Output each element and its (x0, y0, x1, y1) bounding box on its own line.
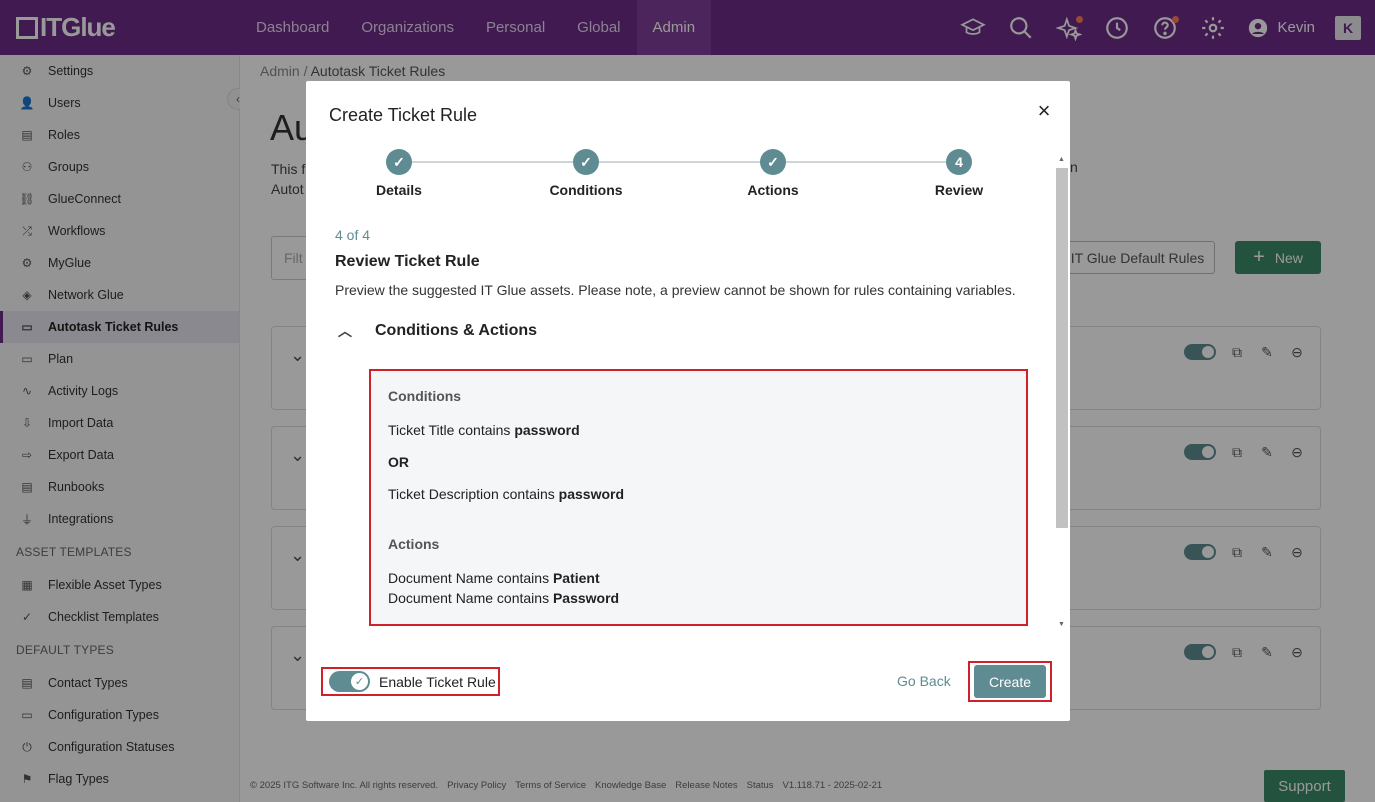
step-connector (598, 161, 766, 163)
create-button[interactable]: Create (974, 665, 1046, 698)
condition-2-value: password (558, 486, 625, 502)
step-check-icon: ✓ (386, 149, 412, 175)
action-2-prefix: Document Name contains (388, 590, 550, 606)
condition-2: Ticket Description contains password (388, 486, 624, 502)
or-operator: OR (388, 454, 409, 470)
modal-title: Create Ticket Rule (329, 105, 478, 125)
review-description: Preview the suggested IT Glue assets. Pl… (335, 282, 1016, 298)
conditions-actions-summary: Conditions Ticket Title contains passwor… (369, 369, 1028, 626)
go-back-button[interactable]: Go Back (897, 673, 951, 689)
close-icon[interactable]: × (1034, 100, 1054, 122)
condition-1-prefix: Ticket Title contains (388, 422, 511, 438)
chevron-up-icon[interactable]: ︿ (335, 321, 355, 341)
condition-1: Ticket Title contains password (388, 422, 580, 438)
step-count: 4 of 4 (335, 227, 371, 243)
conditions-heading: Conditions (388, 388, 462, 404)
enable-rule-toggle[interactable]: ✓ (329, 671, 370, 692)
scroll-up-arrow-icon[interactable]: ▲ (1058, 156, 1065, 163)
stepper: ✓ ✓ ✓ 4 Details Conditions Actions Revie… (306, 149, 1070, 199)
scroll-down-arrow-icon[interactable]: ▼ (1058, 621, 1065, 628)
enable-rule-label[interactable]: Enable Ticket Rule (379, 674, 496, 690)
section-title: Conditions & Actions (375, 322, 538, 339)
step-current-number: 4 (946, 149, 972, 175)
action-1: Document Name contains Patient (388, 570, 600, 586)
toggle-check-icon: ✓ (351, 673, 368, 690)
review-title: Review Ticket Rule (335, 253, 480, 270)
action-2-value: Password (552, 590, 620, 606)
condition-2-prefix: Ticket Description contains (388, 486, 555, 502)
step-label-conditions[interactable]: Conditions (526, 182, 646, 198)
conditions-actions-section-header[interactable]: ︿ Conditions & Actions (335, 321, 537, 341)
action-1-prefix: Document Name contains (388, 570, 550, 586)
step-check-icon: ✓ (760, 149, 786, 175)
action-2: Document Name contains Password (388, 590, 619, 606)
create-button-highlight: Create (968, 661, 1052, 702)
modal-footer: ✓ Enable Ticket Rule Go Back Create (306, 659, 1070, 719)
actions-heading: Actions (388, 536, 440, 552)
modal-scrollbar-thumb[interactable] (1056, 168, 1068, 528)
step-label-details[interactable]: Details (339, 182, 459, 198)
step-connector (411, 161, 579, 163)
step-label-actions[interactable]: Actions (713, 182, 833, 198)
enable-rule-control[interactable]: ✓ Enable Ticket Rule (321, 667, 500, 696)
create-ticket-rule-modal: Create Ticket Rule × ✓ ✓ ✓ 4 Details Con… (306, 81, 1070, 721)
step-check-icon: ✓ (573, 149, 599, 175)
step-label-review: Review (934, 182, 984, 198)
condition-1-value: password (514, 422, 580, 438)
action-1-value: Patient (552, 570, 600, 586)
step-connector (785, 161, 953, 163)
